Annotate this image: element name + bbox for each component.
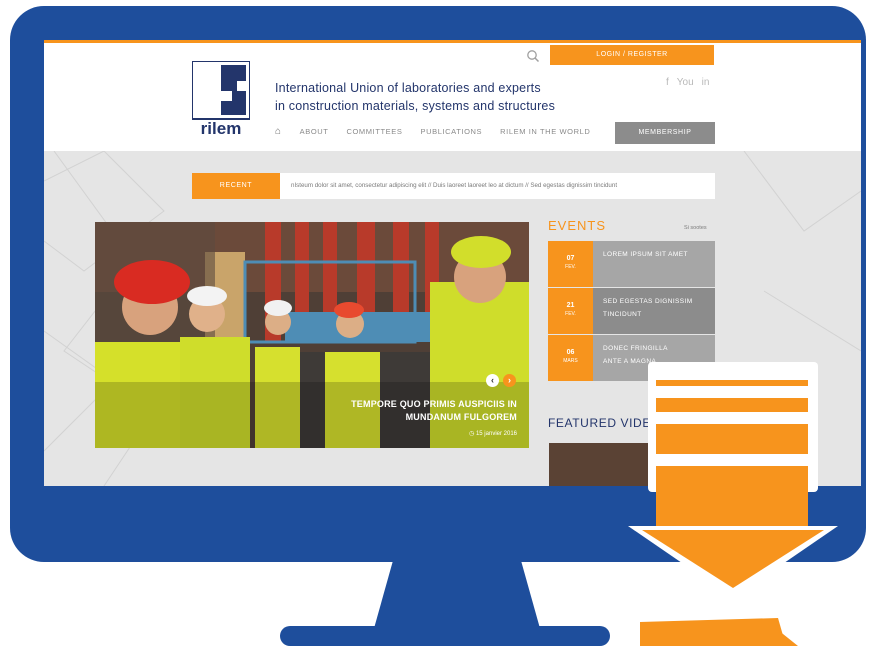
events-see-all-link[interactable]: Si sootes [684, 225, 707, 231]
search-icon[interactable] [526, 49, 540, 63]
youtube-icon[interactable]: You [677, 77, 694, 88]
rilem-logo[interactable]: rilem [192, 61, 250, 137]
hero-date: ◷ 15 janvier 2016 [469, 430, 517, 437]
membership-button[interactable]: MEMBERSHIP [615, 122, 715, 144]
home-icon[interactable]: ⌂ [275, 126, 282, 137]
org-name-line1: International Union of laboratories and … [275, 81, 541, 95]
svg-text:rilem: rilem [201, 119, 242, 137]
event-date: 07 FEV. [548, 241, 593, 287]
nav-item-about[interactable]: ABOUT [300, 127, 329, 136]
event-title: LOREM IPSUM SIT AMET [593, 241, 715, 287]
linkedin-icon[interactable]: in [702, 77, 710, 88]
recent-label: RECENT [192, 173, 280, 199]
hero-slider[interactable]: ‹ › TEMPORE QUO PRIMIS AUSPICIIS IN MUND… [95, 222, 529, 448]
monitor-stand [373, 560, 541, 632]
recent-ticker: RECENT nIsteum dolor sit amet, consectet… [192, 173, 715, 199]
recent-ticker-text[interactable]: nIsteum dolor sit amet, consectetur adip… [291, 173, 617, 199]
nav-item-rilem-in-the-world[interactable]: RILEM IN THE WORLD [500, 127, 590, 136]
download-arrow-icon [628, 362, 838, 646]
social-links: f You in [666, 77, 709, 88]
nav-item-committees[interactable]: COMMITTEES [346, 127, 402, 136]
monitor-base [280, 626, 610, 646]
login-register-button[interactable]: LOGIN / REGISTER [550, 45, 714, 65]
hero-caption[interactable]: TEMPORE QUO PRIMIS AUSPICIIS IN MUNDANUM… [351, 398, 517, 424]
slider-next-button[interactable]: › [503, 374, 516, 387]
event-date: 21 FEV. [548, 288, 593, 334]
slider-arrows: ‹ › [486, 374, 516, 387]
site-header: rilem International Union of laboratorie… [44, 43, 861, 151]
slider-prev-button[interactable]: ‹ [486, 374, 499, 387]
events-title: EVENTS [548, 218, 607, 233]
event-item[interactable]: 21 FEV. SED EGESTAS DIGNISSIM TINCIDUNT [548, 288, 715, 334]
event-item[interactable]: 07 FEV. LOREM IPSUM SIT AMET [548, 241, 715, 287]
event-date: 06 MARS [548, 335, 593, 381]
event-title: SED EGESTAS DIGNISSIM TINCIDUNT [593, 288, 715, 334]
hero-caption-line1: TEMPORE QUO PRIMIS AUSPICIIS IN [351, 399, 517, 409]
main-nav: ⌂ ABOUT COMMITTEES PUBLICATIONS RILEM IN… [275, 126, 590, 137]
nav-item-publications[interactable]: PUBLICATIONS [420, 127, 482, 136]
facebook-icon[interactable]: f [666, 77, 669, 88]
organization-name: International Union of laboratories and … [275, 79, 555, 115]
hero-caption-line2: MUNDANUM FULGOREM [405, 412, 517, 422]
clock-icon: ◷ [469, 431, 475, 437]
hero-date-text: 15 janvier 2016 [475, 431, 517, 437]
org-name-line2: in construction materials, systems and s… [275, 99, 556, 113]
